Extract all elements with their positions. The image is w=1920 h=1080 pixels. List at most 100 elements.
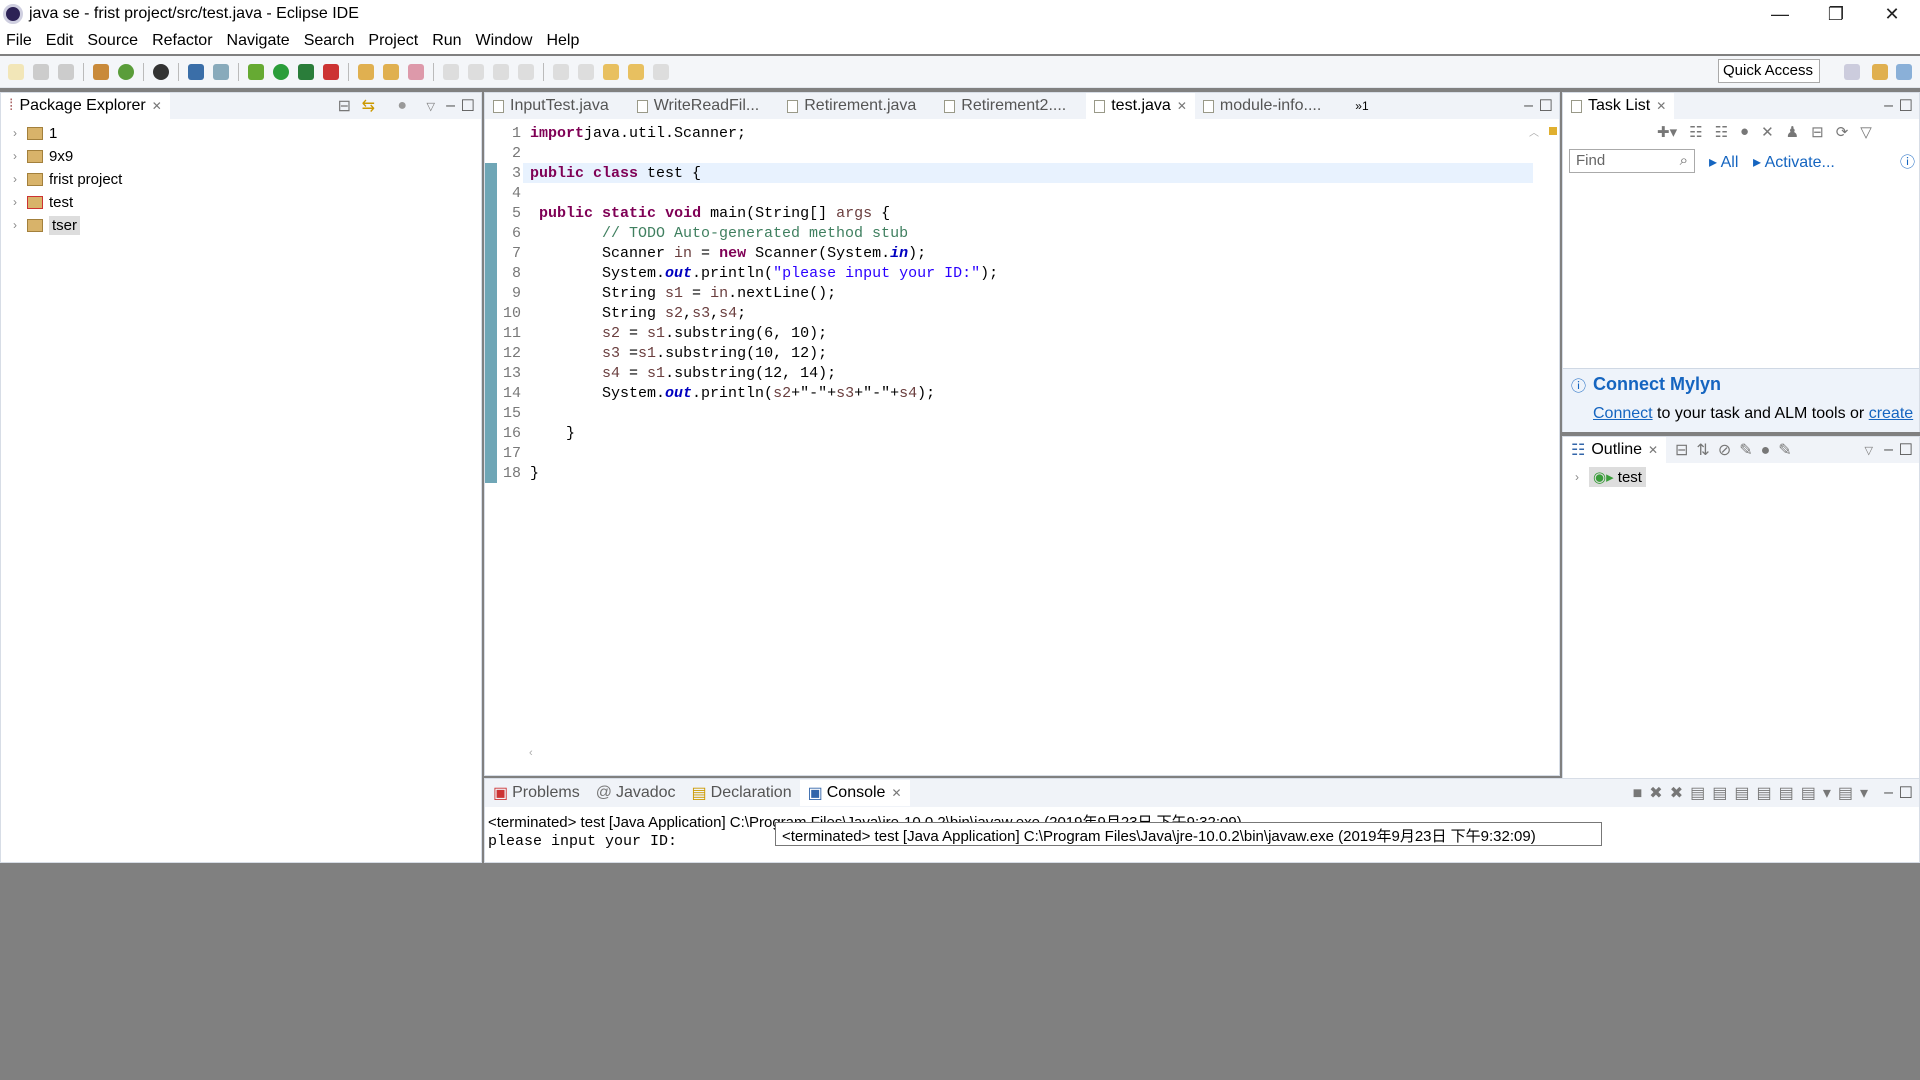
view-menu-icon[interactable]: ▽ — [427, 100, 435, 113]
project-item-9x9[interactable]: › 9x9 — [13, 145, 73, 167]
tab-declaration[interactable]: ▤ Declaration — [684, 780, 800, 806]
close-icon[interactable]: ✕ — [891, 786, 901, 800]
tab-task-list[interactable]: Task List ✕ — [1563, 93, 1675, 119]
chevron-right-icon[interactable]: › — [1575, 470, 1589, 484]
prev-annotation-icon[interactable] — [578, 63, 594, 80]
sync-icon[interactable]: ⟳ — [1836, 123, 1849, 141]
menu-refactor[interactable]: Refactor — [152, 32, 212, 50]
chevron-right-icon[interactable]: › — [13, 195, 27, 209]
minimize-icon[interactable]: – — [1884, 97, 1893, 115]
java-ee-perspective-icon[interactable] — [1872, 64, 1888, 80]
project-item-test[interactable]: › test — [13, 191, 73, 213]
tab-package-explorer[interactable]: ⁞ Package Explorer ✕ — [1, 93, 170, 119]
menu-run[interactable]: Run — [432, 32, 461, 50]
new-package-icon[interactable] — [93, 63, 109, 80]
menu-file[interactable]: File — [6, 32, 32, 50]
maximize-icon[interactable]: ☐ — [1899, 783, 1913, 803]
menu-project[interactable]: Project — [368, 32, 418, 50]
tab-problems[interactable]: ▣ Problems — [485, 780, 588, 806]
all-link[interactable]: All — [1721, 154, 1739, 171]
new-icon[interactable] — [8, 63, 24, 80]
collapse-all-icon[interactable]: ⊟ — [1811, 123, 1824, 141]
quick-access-input[interactable]: Quick Access — [1718, 59, 1820, 83]
minimize-icon[interactable]: – — [1884, 441, 1893, 459]
minimize-icon[interactable]: – — [446, 97, 455, 115]
chevron-right-icon[interactable]: › — [13, 218, 27, 232]
console-output[interactable]: please input your ID: — [488, 833, 677, 850]
menu-source[interactable]: Source — [87, 32, 138, 50]
project-item-tser[interactable]: › tser — [13, 214, 81, 236]
open-resource-icon[interactable] — [383, 63, 399, 80]
editor-tab-module-info[interactable]: module-info.... — [1195, 93, 1329, 119]
task-find-input[interactable]: Find ⌕ — [1569, 149, 1695, 173]
open-perspective-icon[interactable] — [1844, 64, 1860, 80]
user-icon[interactable] — [153, 63, 169, 80]
menu-navigate[interactable]: Navigate — [227, 32, 290, 50]
skip-breakpoints-icon[interactable] — [213, 63, 229, 80]
close-button[interactable]: ✕ — [1864, 0, 1920, 28]
editor-tab-inputtest[interactable]: InputTest.java — [485, 93, 617, 119]
minimize-icon[interactable]: – — [1524, 97, 1533, 115]
new-task-icon[interactable]: ✚▾ — [1657, 123, 1677, 141]
maximize-icon[interactable]: ☐ — [1539, 96, 1553, 116]
external-tools-icon[interactable] — [323, 63, 339, 80]
horizontal-scrollbar[interactable]: ‹ — [529, 747, 1529, 761]
outline-toolbar-icons[interactable]: ⊟⇅⊘✎●✎ — [1675, 440, 1800, 460]
code-editor[interactable]: 1 importjava.util.Scanner; 2 3 public class … — [485, 123, 1559, 755]
collapse-all-icon[interactable]: ⊟ — [338, 96, 351, 116]
next-annotation-icon[interactable] — [553, 63, 569, 80]
mark-occurrences-icon[interactable] — [468, 63, 484, 80]
minimize-button[interactable]: — — [1752, 0, 1808, 28]
scheduled-icon[interactable]: ☷ — [1715, 123, 1728, 141]
last-edit-icon[interactable] — [603, 63, 619, 80]
tab-outline[interactable]: ☷ Outline ✕ — [1563, 437, 1667, 463]
menu-search[interactable]: Search — [304, 32, 355, 50]
close-icon[interactable]: ✕ — [1648, 443, 1658, 457]
maximize-icon[interactable]: ☐ — [461, 96, 475, 116]
back-icon[interactable] — [628, 63, 644, 80]
editor-tab-retirement[interactable]: Retirement.java — [779, 93, 924, 119]
show-whitespace-icon[interactable] — [518, 63, 534, 80]
hide-completed-icon[interactable]: ✕ — [1761, 123, 1774, 141]
focus-icon[interactable]: ● — [1740, 123, 1749, 141]
search-icon[interactable] — [408, 63, 424, 80]
maximize-icon[interactable]: ☐ — [1899, 440, 1913, 460]
project-item-1[interactable]: › 1 — [13, 122, 57, 144]
scroll-up-icon[interactable]: ︿ — [1529, 128, 1539, 139]
menu-window[interactable]: Window — [476, 32, 533, 50]
view-menu-icon[interactable]: ▽ — [1865, 444, 1873, 457]
help-icon[interactable]: ⓘ — [1900, 151, 1915, 172]
categorized-icon[interactable]: ☷ — [1689, 123, 1702, 141]
open-type-icon[interactable] — [358, 63, 374, 80]
show-incoming-icon[interactable]: ♟ — [1786, 123, 1799, 141]
focus-icon[interactable]: ● — [397, 97, 407, 115]
editor-tab-test[interactable]: test.java ✕ — [1086, 93, 1195, 119]
annotation-icon[interactable] — [443, 63, 459, 80]
terminal-icon[interactable] — [188, 63, 204, 80]
menu-help[interactable]: Help — [546, 32, 579, 50]
editor-tab-writereadfile[interactable]: WriteReadFil... — [629, 93, 768, 119]
link-with-editor-icon[interactable]: ⇆ — [362, 96, 375, 116]
chevron-right-icon[interactable]: › — [13, 149, 27, 163]
java-perspective-icon[interactable] — [1896, 64, 1912, 80]
save-all-icon[interactable] — [58, 63, 74, 80]
vertical-scrollbar[interactable]: ︿ — [1529, 123, 1541, 733]
chevron-right-icon[interactable]: › — [13, 126, 27, 140]
close-icon[interactable]: ✕ — [152, 99, 162, 113]
outline-item-test[interactable]: › ◉▸ test — [1575, 466, 1646, 488]
tab-javadoc[interactable]: @ Javadoc — [588, 780, 684, 806]
new-class-icon[interactable] — [118, 63, 134, 80]
editor-tab-retirement2[interactable]: Retirement2.... — [936, 93, 1074, 119]
create-link[interactable]: create — [1869, 405, 1913, 422]
restore-button[interactable]: ❐ — [1808, 0, 1864, 28]
connect-link[interactable]: Connect — [1593, 405, 1653, 422]
activate-filter[interactable]: ▸ Activate... — [1753, 152, 1835, 172]
forward-icon[interactable] — [653, 63, 669, 80]
activate-link[interactable]: Activate... — [1765, 154, 1835, 171]
close-icon[interactable]: ✕ — [1177, 99, 1187, 113]
minimize-icon[interactable]: – — [1884, 784, 1893, 802]
chevron-right-icon[interactable]: › — [13, 172, 27, 186]
console-toolbar-icons[interactable]: ■✖✖▤▤▤▤▤▤▾▤▾ — [1633, 783, 1875, 803]
run-icon[interactable] — [273, 63, 289, 80]
maximize-icon[interactable]: ☐ — [1899, 96, 1913, 116]
